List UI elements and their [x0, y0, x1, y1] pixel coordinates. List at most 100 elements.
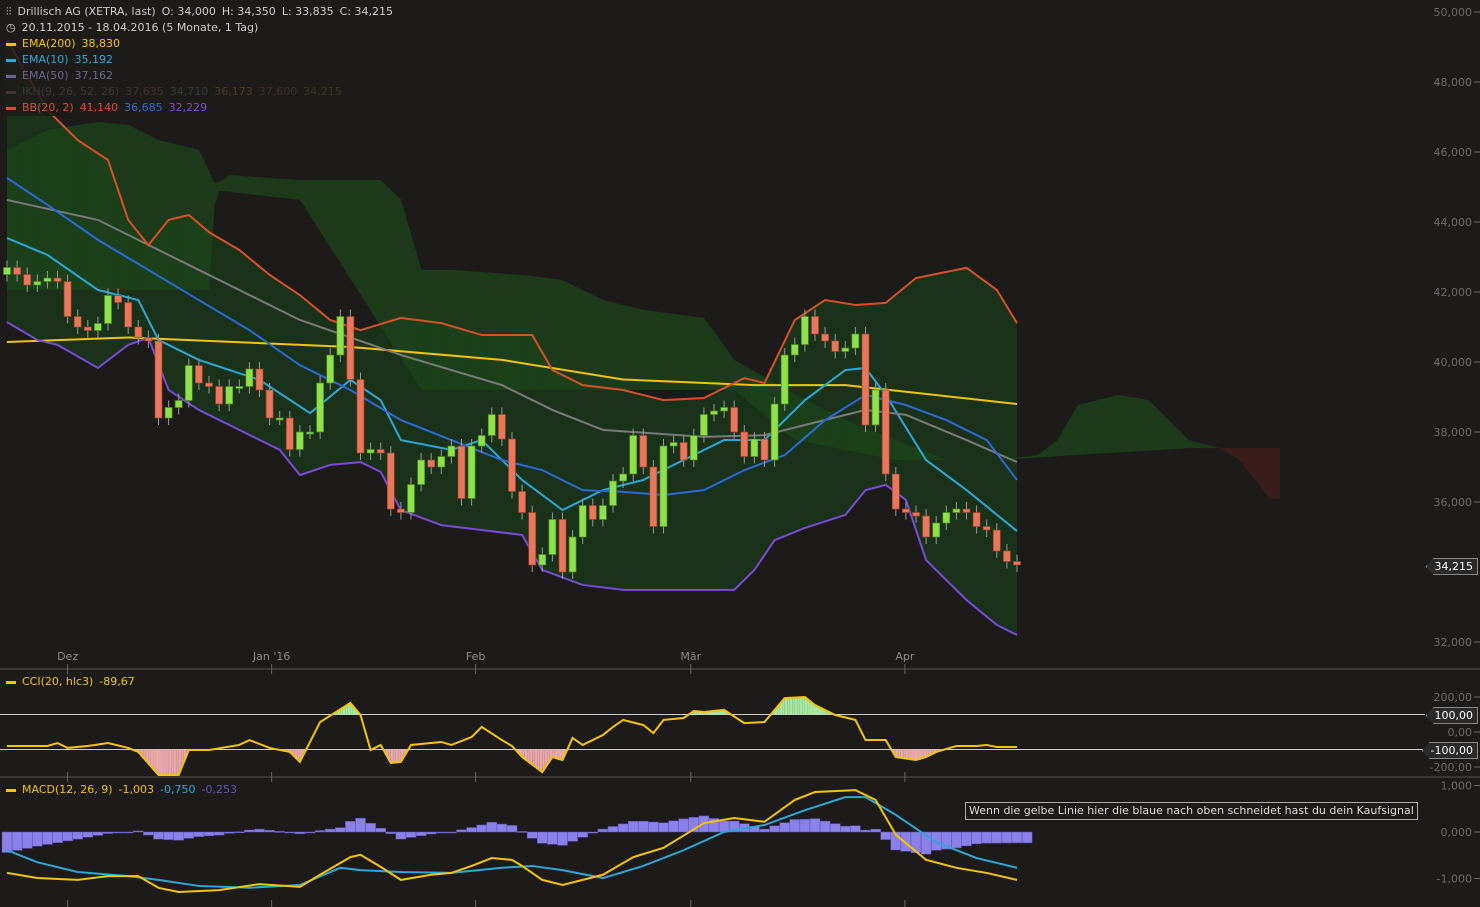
candle-up	[275, 417, 284, 421]
macd-histogram-bar	[981, 831, 992, 844]
candle-up	[720, 407, 728, 412]
macd-histogram-bar	[133, 830, 144, 833]
legend-item[interactable]: EMA(50) 37,162	[4, 68, 124, 84]
cci-oversold-fill	[176, 749, 179, 776]
cci-oversold-fill	[166, 749, 169, 776]
cloud-segment	[219, 178, 225, 192]
cci-oversold-fill	[539, 749, 543, 773]
macd-line	[6, 789, 1018, 893]
macd-histogram-bar	[425, 831, 437, 835]
legend-value: 32,229	[168, 101, 208, 114]
cci-level-100-tag: 100,00	[1425, 707, 1478, 724]
cci-overbought-fill	[784, 697, 788, 715]
y-tick-label: 40,000	[1434, 356, 1473, 369]
macd-histogram-bar	[577, 831, 588, 838]
cloud-segment	[653, 311, 659, 390]
legend-item[interactable]: BB(20, 2) 41,140 36,685 32,229	[4, 100, 218, 116]
cci-oversold-fill	[905, 749, 909, 759]
cloud-segment	[299, 180, 306, 208]
candle-up	[316, 382, 324, 433]
macd-histogram-bar	[567, 831, 578, 842]
cloud-segment	[294, 179, 301, 200]
macd-histogram-bar	[213, 831, 225, 836]
candle-down	[679, 442, 688, 461]
candle-down	[63, 281, 72, 317]
candle-down	[498, 414, 506, 440]
candle-up	[770, 403, 779, 461]
candle-down	[356, 379, 365, 454]
legend-name: IKH(9, 26, 52, 26)	[22, 85, 120, 98]
cloud-segment	[284, 178, 291, 199]
candle-down	[134, 326, 143, 338]
date-range: 20.11.2015 - 18.04.2016 (5 Monate, 1 Tag…	[21, 21, 259, 34]
cloud-segment	[1112, 394, 1119, 453]
candle-up	[477, 435, 486, 447]
macd-histogram-bar	[335, 827, 346, 833]
macd-histogram-bar	[607, 826, 619, 833]
legend-name: EMA(50)	[22, 69, 69, 82]
candle-up	[366, 449, 375, 454]
legend-value: 37,600	[258, 85, 298, 98]
cloud-segment	[345, 180, 351, 280]
cloud-segment	[224, 175, 230, 192]
cci-oversold-fill	[168, 749, 172, 776]
cloud-segment	[577, 287, 584, 390]
legend-item[interactable]: IKH(9, 26, 52, 26) 37,635 34,710 36,173 37,6…	[4, 84, 352, 100]
cloud-segment	[355, 180, 361, 295]
legend-value: 36,685	[124, 101, 163, 114]
macd-histogram-bar	[658, 822, 669, 833]
macd-histogram-bar	[1, 831, 13, 853]
chart-settings-icon[interactable]: ⫶⫶	[6, 5, 12, 18]
cloud-segment	[304, 180, 311, 216]
candle-down	[1003, 550, 1011, 562]
cloud-segment	[562, 280, 569, 390]
candle-up	[669, 442, 678, 447]
chart-canvas[interactable]: 50,000 48,000 46,000 44,000 42,000 40,000 38,0…	[0, 0, 1480, 907]
macd-histogram-bar	[153, 831, 164, 840]
candle-up	[538, 554, 547, 566]
legend-item[interactable]: EMA(200) 38,830	[4, 36, 131, 52]
candle-down	[760, 438, 769, 461]
cloud-segment	[658, 311, 664, 390]
cloud-segment	[582, 290, 589, 390]
cloud-segment	[688, 315, 695, 390]
cloud-segment	[1097, 398, 1104, 454]
y-tick-label: 42,000	[1434, 286, 1473, 299]
candle-up	[104, 295, 112, 324]
candle-down	[508, 438, 516, 492]
macd-histogram-bar	[62, 831, 73, 842]
cloud-segment	[335, 180, 341, 264]
legend-value: 37,162	[74, 69, 114, 82]
candle-down	[891, 473, 900, 510]
cloud-segment	[249, 176, 255, 195]
cci-level-minus100-tag: -100,00	[1421, 742, 1478, 759]
cci-panel: 200,00 0,00 -200,00	[0, 691, 1480, 777]
cci-oversold-fill	[398, 749, 401, 763]
cloud-segment	[1193, 441, 1200, 449]
cci-overbought-fill	[794, 697, 798, 715]
cloud-segment	[714, 331, 720, 390]
cci-oversold-fill	[903, 749, 906, 759]
candle-up	[447, 445, 456, 457]
candle-up	[609, 480, 617, 506]
legend-item[interactable]: EMA(10) 35,192	[4, 52, 124, 68]
candle-up	[407, 484, 415, 513]
macd-histogram-bar	[456, 829, 467, 833]
candle-up	[33, 281, 42, 286]
candle-down	[285, 417, 294, 450]
macd-histogram-bar	[122, 831, 134, 834]
candle-up	[750, 438, 759, 457]
macd-histogram-bar	[284, 831, 296, 834]
macd-histogram-bar	[496, 823, 508, 833]
y-tick-label: 44,000	[1434, 216, 1473, 229]
cloud-segment	[1143, 399, 1149, 451]
macd-histogram-bar	[21, 831, 33, 849]
macd-histogram-bar	[112, 831, 124, 834]
macd-histogram-bar	[638, 821, 649, 833]
chart-annotation[interactable]: Wenn die gelbe Linie hier die blaue nach…	[965, 802, 1418, 820]
cloud-segment	[1057, 431, 1063, 457]
cci-oversold-fill	[173, 749, 177, 776]
cloud-segment	[1017, 456, 1023, 459]
candle-down	[386, 452, 395, 510]
macd-histogram-bar	[516, 831, 528, 833]
